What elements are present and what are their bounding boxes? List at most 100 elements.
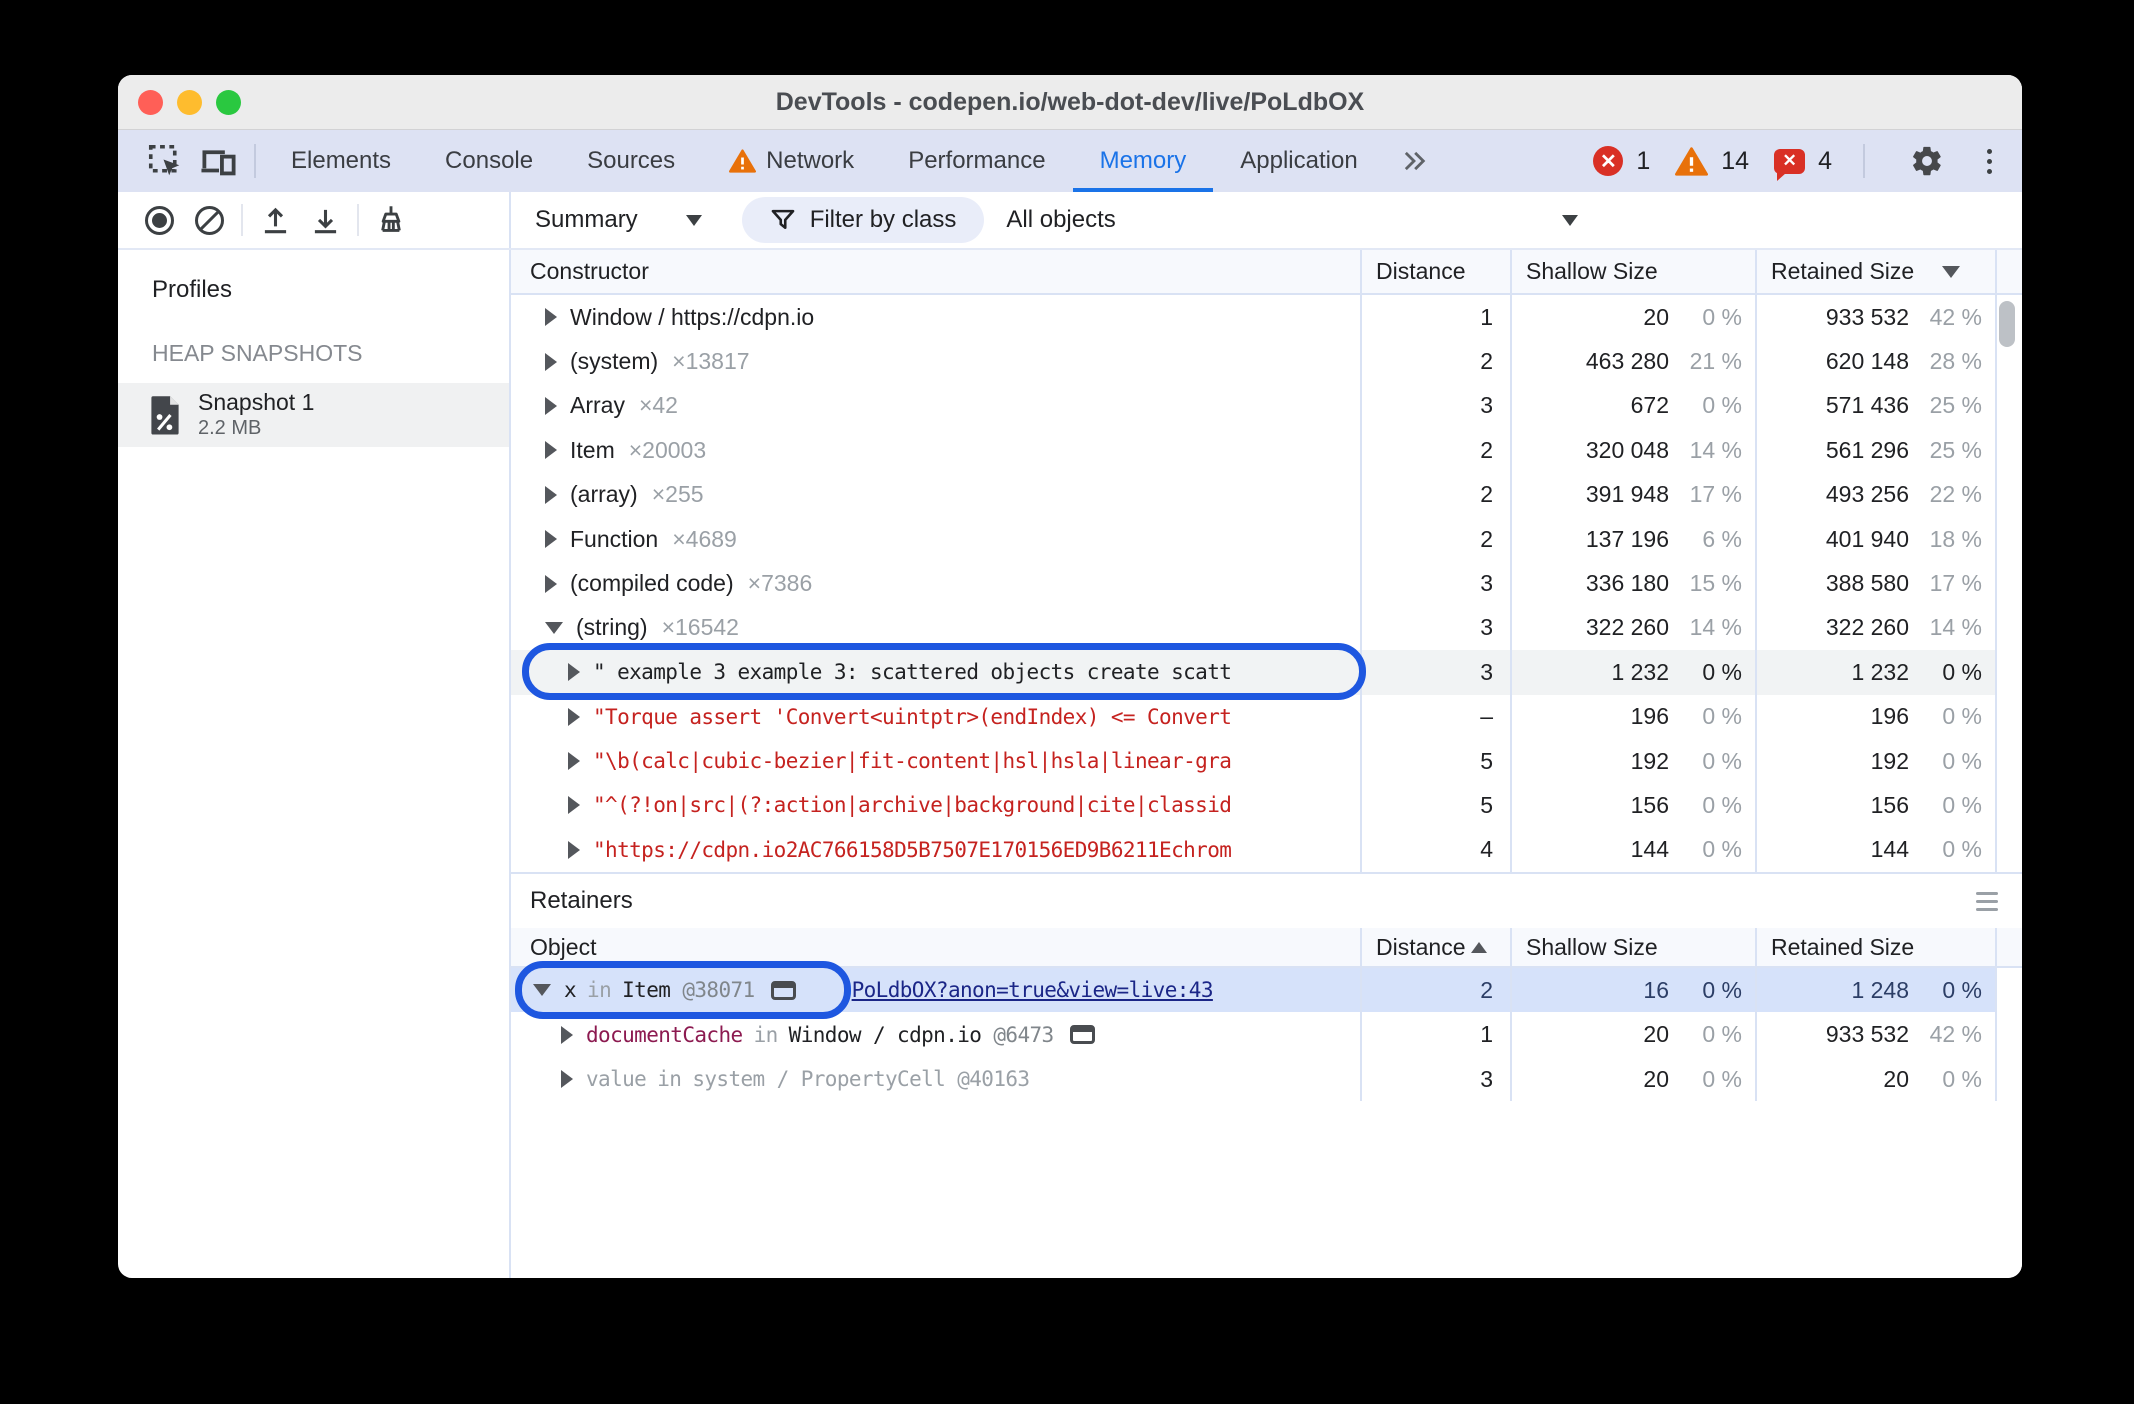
close-window-button[interactable] (138, 89, 163, 115)
disclosure-triangle-icon[interactable] (561, 1025, 573, 1044)
column-header-retained-size[interactable]: Retained Size (1755, 250, 1995, 293)
retained-size-cell: 156 0 % (1755, 783, 1995, 828)
constructor-row[interactable]: "https://cdpn.io2AC766158D5B7507E170156E… (511, 827, 2022, 873)
disclosure-triangle-icon[interactable] (545, 621, 563, 634)
disclosure-triangle-icon[interactable] (545, 485, 557, 504)
tab-memory[interactable]: Memory (1072, 130, 1214, 192)
reveal-icon[interactable] (770, 980, 796, 1000)
scroll-gutter (1995, 428, 2022, 473)
constructor-row[interactable]: (system) ×13817 2 463 280 21 % 620 148 28 % (511, 339, 2022, 384)
constructor-row[interactable]: (string) ×16542 3 322 260 14 % 322 260 14 % (511, 605, 2022, 651)
tab-label: Console (445, 147, 534, 174)
clear-profiles-icon[interactable] (184, 198, 234, 242)
disclosure-triangle-icon[interactable] (545, 308, 557, 327)
object-filter-select[interactable]: All objects (1006, 206, 1579, 234)
retainer-row[interactable]: x in Item @38071 PoLdbOX?anon=true&view=live… (511, 968, 2022, 1013)
retained-size-cell: 933 532 42 % (1755, 1012, 1995, 1057)
constructor-row[interactable]: Item ×20003 2 320 048 14 % 561 296 25 % (511, 428, 2022, 473)
constructor-name: "https://cdpn.io2AC766158D5B7507E170156E… (593, 837, 1232, 862)
inspect-element-icon[interactable] (138, 130, 192, 192)
save-profile-icon[interactable] (300, 198, 350, 242)
sidebar-item-snapshot-1[interactable]: Snapshot 1 2.2 MB (118, 383, 509, 447)
constructor-row[interactable]: (array) ×255 2 391 948 17 % 493 256 22 % (511, 472, 2022, 517)
column-header-distance[interactable]: Distance (1360, 250, 1510, 293)
device-toolbar-icon[interactable] (192, 130, 246, 192)
retainer-row[interactable]: documentCache in Window / cdpn.io @6473 1 20 0… (511, 1012, 2022, 1057)
collect-garbage-icon[interactable] (366, 198, 416, 242)
shallow-size-cell: 20 0 % (1510, 1056, 1755, 1102)
disclosure-triangle-icon[interactable] (568, 663, 580, 682)
constructor-row[interactable]: "\b(calc|cubic-bezier|fit-content|hsl|hs… (511, 738, 2022, 784)
tab-application[interactable]: Application (1213, 130, 1384, 192)
zoom-window-button[interactable] (216, 89, 241, 115)
constructor-cell: Array ×42 (511, 384, 1360, 428)
column-header-object[interactable]: Object (511, 928, 1360, 966)
reveal-icon[interactable] (1069, 1025, 1095, 1045)
constructor-row[interactable]: (compiled code) ×7386 3 336 180 15 % 388 580 1… (511, 561, 2022, 606)
error-count-icon[interactable]: ✕ (1593, 146, 1624, 176)
constructors-body: Window / https://cdpn.io 1 20 0 % 933 532 42 … (511, 295, 2022, 873)
more-tabs-button[interactable] (1385, 130, 1443, 192)
disclosure-triangle-icon[interactable] (568, 796, 580, 815)
disclosure-triangle-icon[interactable] (568, 707, 580, 726)
settings-gear-icon[interactable] (1910, 144, 1944, 178)
constructor-name: Array (570, 392, 625, 419)
record-heap-snapshot-icon[interactable] (134, 198, 184, 242)
disclosure-triangle-icon[interactable] (545, 441, 557, 460)
disclosure-triangle-icon[interactable] (545, 574, 557, 593)
distance-cell: 2 (1360, 968, 1510, 1013)
shallow-size-cell: 1 232 0 % (1510, 650, 1755, 695)
load-profile-icon[interactable] (250, 198, 300, 242)
disclosure-triangle-icon[interactable] (561, 1070, 573, 1089)
issues-count-icon[interactable]: ✕ (1774, 148, 1806, 181)
tab-label: Memory (1099, 147, 1187, 174)
minimize-window-button[interactable] (177, 89, 202, 115)
shallow-size-cell: 463 280 21 % (1510, 339, 1755, 384)
column-header-retained-size[interactable]: Retained Size (1755, 928, 1995, 967)
tab-network[interactable]: Network (702, 130, 881, 192)
disclosure-triangle-icon[interactable] (545, 396, 557, 415)
retainer-row[interactable]: value in system / PropertyCell @40163 3 20 0 %… (511, 1056, 2022, 1102)
disclosure-triangle-icon[interactable] (533, 984, 551, 997)
divider (357, 204, 359, 236)
retainer-property: documentCache (586, 1022, 743, 1047)
constructor-row[interactable]: Array ×42 3 672 0 % 571 436 25 % (511, 383, 2022, 429)
scroll-gutter (1995, 1012, 2022, 1057)
distance-cell: 3 (1360, 605, 1510, 651)
disclosure-triangle-icon[interactable] (568, 840, 580, 859)
disclosure-triangle-icon[interactable] (545, 352, 557, 371)
vertical-scrollbar-thumb[interactable] (1999, 301, 2015, 347)
tab-sources[interactable]: Sources (560, 130, 702, 192)
tab-elements[interactable]: Elements (264, 130, 418, 192)
retainers-menu-icon[interactable] (1976, 891, 1998, 911)
scroll-gutter (1995, 561, 2022, 606)
retainer-object-cell: x in Item @38071 PoLdbOX?anon=true&view=live… (511, 968, 1360, 1012)
constructor-cell: Function ×4689 (511, 517, 1360, 561)
constructor-row[interactable]: Function ×4689 2 137 196 6 % 401 940 18 % (511, 516, 2022, 562)
retainer-object-name: Window / cdpn.io (788, 1022, 982, 1047)
disclosure-triangle-icon[interactable] (568, 752, 580, 771)
shallow-size-cell: 156 0 % (1510, 783, 1755, 828)
filter-by-class-button[interactable]: Filter by class (741, 197, 985, 243)
retainer-property: x (564, 978, 577, 1003)
constructor-row[interactable]: Window / https://cdpn.io 1 20 0 % 933 532 42 … (511, 295, 2022, 340)
column-header-shallow-size[interactable]: Shallow Size (1510, 250, 1755, 293)
tab-performance[interactable]: Performance (881, 130, 1072, 192)
warning-count-icon[interactable] (1675, 146, 1709, 176)
constructor-row[interactable]: " example 3 example 3: scattered objects… (511, 650, 2022, 695)
constructor-row[interactable]: "Torque assert 'Convert<uintptr>(endInde… (511, 694, 2022, 739)
constructor-row[interactable]: "^(?!on|src|(?:action|archive|background… (511, 783, 2022, 828)
column-header-constructor[interactable]: Constructor (511, 250, 1360, 293)
perspective-select[interactable]: Summary (535, 206, 702, 234)
retained-size-cell: 620 148 28 % (1755, 339, 1995, 384)
scroll-gutter (1995, 827, 2022, 873)
distance-cell: 3 (1360, 1056, 1510, 1102)
disclosure-triangle-icon[interactable] (545, 530, 557, 549)
source-location-link[interactable]: PoLdbOX?anon=true&view=live:43 (852, 978, 1214, 1002)
column-header-shallow-size[interactable]: Shallow Size (1510, 928, 1755, 967)
column-header-distance[interactable]: Distance (1360, 928, 1510, 967)
tab-console[interactable]: Console (418, 130, 560, 192)
retainers-empty-area (511, 1101, 2022, 1278)
kebab-menu-icon[interactable] (1983, 145, 1996, 178)
retainer-object-id: @6473 (993, 1022, 1054, 1047)
